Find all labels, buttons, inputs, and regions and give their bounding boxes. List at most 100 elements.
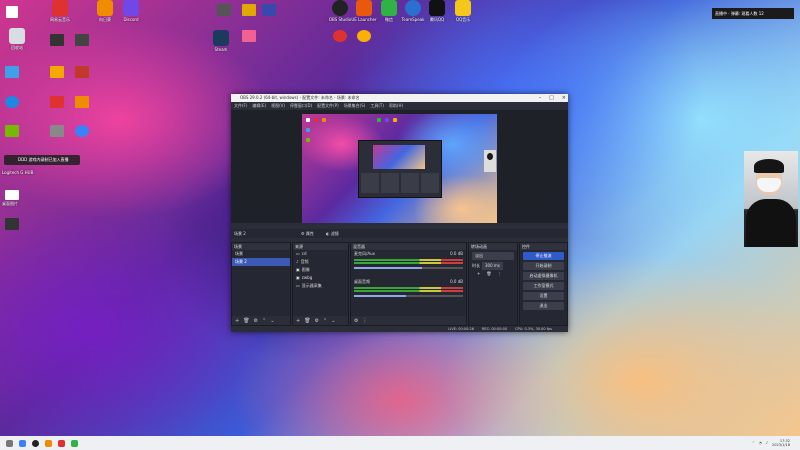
mini-icon — [393, 118, 397, 122]
desktop-app-icon[interactable] — [50, 125, 64, 137]
virtual-camera-button[interactable]: 启动虚拟摄像机 — [523, 272, 564, 280]
source-item[interactable]: ▭ 显示器采集 — [293, 282, 348, 290]
desktop-icon-steam[interactable]: Steam — [204, 30, 238, 52]
filters-label: 滤镜 — [330, 231, 339, 236]
desktop-app-icon[interactable] — [357, 30, 371, 42]
studio-mode-button[interactable]: 工作室模式 — [523, 282, 564, 290]
add-icon[interactable]: + — [235, 318, 239, 324]
volume-slider[interactable] — [354, 295, 463, 297]
desktop-app-icon[interactable] — [217, 4, 231, 16]
source-item[interactable]: ▣ 图像 — [293, 266, 348, 274]
menu-help[interactable]: 帮助(H) — [389, 102, 403, 110]
gear-icon[interactable]: ⚙ — [315, 318, 319, 324]
chevron-up-icon[interactable]: ⌃ — [752, 441, 755, 445]
desktop-app-icon[interactable] — [5, 125, 19, 137]
pinned-notice[interactable]: DDD 游戏内录制已加入直播 — [4, 155, 80, 165]
desktop-app-icon[interactable] — [75, 96, 89, 108]
taskbar-app-icon[interactable] — [58, 439, 65, 447]
music-icon — [52, 0, 68, 16]
preview-canvas[interactable] — [302, 114, 497, 223]
obs-titlebar[interactable]: OBS 29.0.2 (64-bit, windows) - 配置文件: 未命名… — [231, 94, 568, 102]
down-icon[interactable]: ⌄ — [270, 318, 274, 324]
teamspeak-icon — [405, 0, 421, 16]
scene-item-selected[interactable]: 场景 2 — [232, 258, 290, 266]
start-icon[interactable] — [6, 439, 13, 447]
taskbar-app-icon[interactable] — [71, 439, 78, 447]
settings-button[interactable]: 设置 — [523, 292, 564, 300]
scenes-dock: 场景 场景 场景 2 + 🗑 ⚙ ⌃ ⌄ — [231, 242, 291, 326]
desktop-icon-discord[interactable]: Discord — [114, 0, 148, 22]
volume-slider[interactable] — [354, 267, 463, 269]
clock[interactable]: 17:32 2023/1/18 — [772, 439, 790, 447]
scenes-dock-title: 场景 — [232, 243, 290, 250]
obs-taskbar-icon[interactable] — [32, 439, 39, 447]
add-icon[interactable]: + — [296, 318, 300, 324]
desktop-app-icon[interactable] — [242, 4, 256, 16]
trash-icon[interactable]: 🗑 — [304, 318, 310, 324]
properties-button[interactable]: ⚙ 属性 — [301, 229, 314, 238]
trash-icon[interactable]: 🗑 — [243, 318, 249, 324]
preview-area[interactable] — [231, 110, 568, 223]
sunflower-icon — [97, 0, 113, 16]
start-recording-button[interactable]: 开始录制 — [523, 262, 564, 270]
menu-file[interactable]: 文件(F) — [234, 102, 247, 110]
menu-scene-collection[interactable]: 场景集合(S) — [344, 102, 366, 110]
add-icon[interactable]: + — [477, 270, 480, 278]
up-icon[interactable]: ⌃ — [262, 318, 266, 324]
gear-icon[interactable]: ⚙ — [354, 318, 358, 324]
scene-item[interactable]: 场景 — [232, 250, 290, 258]
desktop-app-icon[interactable] — [75, 66, 89, 78]
desktop-file-icon[interactable] — [5, 218, 19, 230]
desktop-app-icon[interactable] — [242, 30, 256, 42]
desktop-icon-netease-music[interactable]: 网易云音乐 — [43, 0, 77, 22]
taskbar-app-icon[interactable] — [19, 439, 26, 447]
controls-dock-title: 控件 — [520, 243, 567, 250]
source-item[interactable]: ♪ 音频 — [293, 258, 348, 266]
properties-label: 属性 — [305, 231, 314, 236]
transition-select[interactable]: 淡出 — [472, 252, 514, 260]
maximize-icon[interactable]: □ — [549, 94, 554, 102]
duration-input[interactable]: 300 ms — [482, 262, 503, 270]
source-item[interactable]: ▭ cd — [293, 250, 348, 258]
desktop-icon-recycle-bin[interactable]: 回收站 — [0, 28, 34, 50]
up-icon[interactable]: ⌃ — [323, 318, 327, 324]
stop-streaming-button[interactable]: 停止推流 — [523, 252, 564, 260]
desktop-app-icon[interactable] — [50, 66, 64, 78]
desktop-app-icon[interactable] — [5, 96, 19, 108]
desktop-app-icon[interactable] — [333, 30, 347, 42]
desktop-app-icon[interactable] — [75, 34, 89, 46]
desktop-icon-qqmusic[interactable]: QQ音乐 — [446, 0, 480, 22]
desktop-app-icon[interactable] — [262, 4, 276, 16]
transition-type: 淡出 — [475, 253, 483, 258]
network-icon[interactable]: ◔ — [759, 441, 762, 445]
more-icon[interactable]: ⋮ — [497, 270, 501, 278]
minimize-icon[interactable]: – — [539, 94, 542, 102]
window-title: OBS 29.0.2 (64-bit, windows) - 配置文件: 未命名… — [240, 95, 360, 100]
menu-tools[interactable]: 工具(T) — [370, 102, 384, 110]
down-icon[interactable]: ⌄ — [331, 318, 335, 324]
menu-view[interactable]: 视图(V) — [271, 102, 285, 110]
clock-date: 2023/1/18 — [772, 443, 790, 447]
desktop-app-icon[interactable] — [6, 6, 18, 18]
menu-docks[interactable]: 停靠窗口(D) — [290, 102, 312, 110]
notification-toast[interactable]: 直播中 · 弹幕: 观看人数 12 — [712, 8, 794, 19]
desktop-app-icon[interactable] — [50, 34, 64, 46]
menu-edit[interactable]: 编辑(E) — [252, 102, 266, 110]
desktop-file-icon[interactable] — [5, 190, 19, 200]
mini-icon — [322, 118, 326, 122]
controls-dock: 控件 停止推流 开始录制 启动虚拟摄像机 工作室模式 设置 退出 — [519, 242, 568, 326]
close-icon[interactable]: × — [562, 94, 566, 102]
taskbar-app-icon[interactable] — [45, 439, 52, 447]
volume-icon[interactable]: ♪ — [766, 441, 768, 445]
source-item[interactable]: ▣ zwbg — [293, 274, 348, 282]
desktop-app-icon[interactable] — [5, 66, 19, 78]
obs-window[interactable]: OBS 29.0.2 (64-bit, windows) - 配置文件: 未命名… — [231, 94, 568, 332]
desktop-app-icon[interactable] — [50, 96, 64, 108]
trash-icon[interactable]: 🗑 — [486, 270, 491, 278]
filter-icon[interactable]: ⚙ — [254, 318, 258, 324]
exit-button[interactable]: 退出 — [523, 302, 564, 310]
menu-profile[interactable]: 配置文件(P) — [317, 102, 339, 110]
more-icon[interactable]: ⋮ — [362, 318, 367, 324]
desktop-app-icon[interactable] — [75, 125, 89, 137]
filters-button[interactable]: ◐ 滤镜 — [326, 229, 339, 238]
